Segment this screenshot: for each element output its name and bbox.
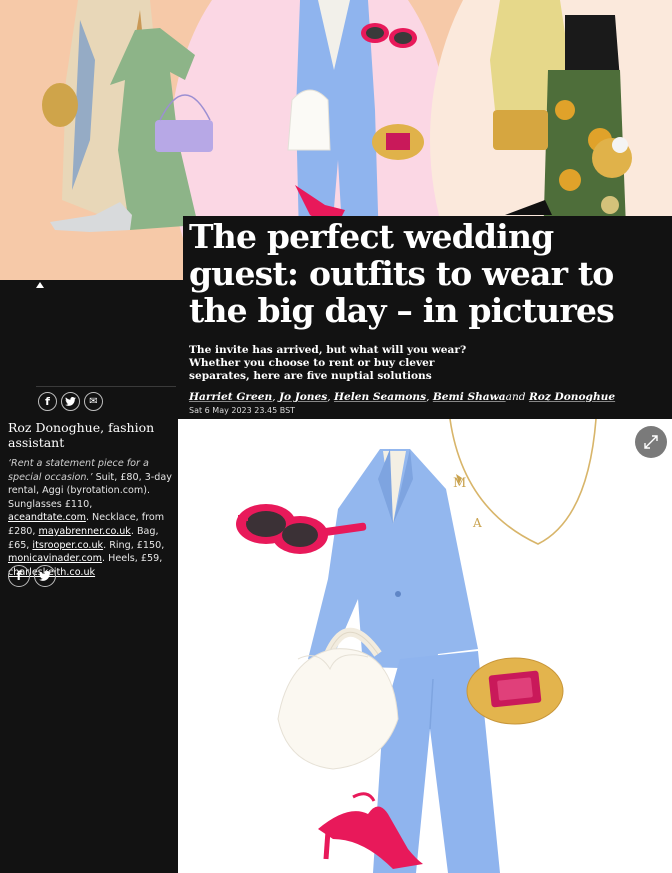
photo-caption: ‘Rent a statement piece for a special oc… — [8, 458, 172, 578]
article-headline: The perfect wedding guest: outfits to we… — [189, 217, 615, 330]
retailer-link[interactable]: itsrooper.co.uk — [32, 540, 103, 551]
author-link[interactable]: Harriet Green — [189, 391, 272, 403]
headline-panel: The perfect wedding guest: outfits to we… — [183, 216, 672, 419]
facebook-icon[interactable]: f — [38, 392, 57, 411]
publish-date: Sat 6 May 2023 23.45 BST — [189, 406, 296, 415]
caret-up-icon[interactable] — [36, 282, 44, 288]
retailer-link[interactable]: aceandtate.com — [8, 512, 86, 523]
author-link[interactable]: Jo Jones — [279, 391, 327, 403]
photo-credit-name: Roz Donoghue, fashion assistant — [8, 420, 155, 450]
author-link[interactable]: Roz Donoghue — [529, 391, 615, 403]
svg-text:A: A — [472, 516, 482, 530]
share-bar-caption: f — [8, 565, 56, 587]
outfit-photo[interactable]: M A — [178, 419, 672, 873]
retailer-link[interactable]: mayabrenner.co.uk — [39, 526, 131, 537]
twitter-icon[interactable] — [61, 392, 80, 411]
expand-icon[interactable] — [635, 426, 667, 458]
share-bar: f ✉ — [38, 392, 103, 411]
article-standfirst: The invite has arrived, but what will yo… — [189, 344, 467, 382]
retailer-link[interactable]: monicavinader.com — [8, 553, 102, 564]
author-link[interactable]: Helen Seamons — [334, 391, 426, 403]
email-icon[interactable]: ✉ — [84, 392, 103, 411]
author-link[interactable]: Bemi Shawa — [433, 391, 506, 403]
facebook-icon[interactable]: f — [8, 565, 30, 587]
divider — [36, 386, 176, 387]
byline: Harriet Green, Jo Jones, Helen Seamons, … — [189, 391, 616, 403]
svg-text:M: M — [453, 476, 466, 491]
twitter-icon[interactable] — [34, 565, 56, 587]
